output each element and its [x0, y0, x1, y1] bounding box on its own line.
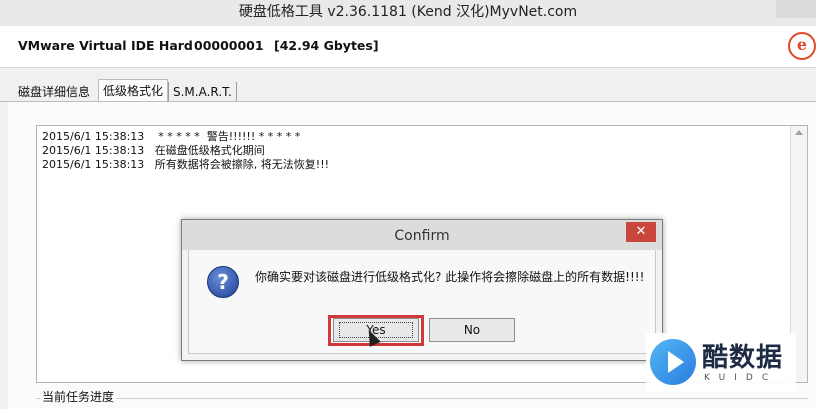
device-header: VMware Virtual IDE Hard 00000001 [42.94 … — [0, 26, 816, 68]
question-icon: ? — [207, 266, 239, 298]
dialog-body: ? 你确实要对该磁盘进行低级格式化? 此操作将会擦除磁盘上的所有数据!!!! Y… — [188, 250, 656, 354]
window-titlebar: 硬盘低格工具 v2.36.1181 (Kend 汉化)MyvNet.com — [0, 0, 816, 26]
progress-group: 当前任务进度 — [36, 388, 808, 409]
app-logo-icon[interactable]: e — [788, 32, 816, 60]
window-title: 硬盘低格工具 v2.36.1181 (Kend 汉化)MyvNet.com — [238, 4, 578, 20]
log-line: 2015/6/1 15:38:13 所有数据将会被擦除, 将无法恢复!!! — [42, 158, 330, 171]
dialog-title: Confirm — [182, 220, 662, 250]
progress-label: 当前任务进度 — [40, 388, 117, 405]
watermark-subtext: KUIDC — [704, 373, 778, 383]
no-button[interactable]: No — [429, 318, 515, 342]
watermark-text: 酷数据 — [702, 343, 784, 373]
window-close-button[interactable] — [776, 0, 816, 18]
confirm-dialog: Confirm ✕ ? 你确实要对该磁盘进行低级格式化? 此操作将会擦除磁盘上的… — [181, 219, 663, 361]
dialog-close-button[interactable]: ✕ — [626, 222, 656, 242]
scroll-up-arrow-icon[interactable] — [795, 130, 803, 135]
watermark: 酷数据 KUIDC — [646, 333, 796, 391]
dialog-message: 你确实要对该磁盘进行低级格式化? 此操作将会擦除磁盘上的所有数据!!!! — [255, 270, 645, 284]
play-logo-icon — [650, 339, 696, 385]
device-name: VMware Virtual IDE Hard — [18, 38, 193, 53]
tab-disk-details[interactable]: 磁盘详细信息 — [14, 82, 94, 102]
device-serial: 00000001 — [194, 38, 264, 53]
tab-low-level-format[interactable]: 低级格式化 — [98, 79, 169, 102]
tab-bar: 磁盘详细信息 低级格式化 S.M.A.R.T. — [0, 76, 816, 102]
tab-smart[interactable]: S.M.A.R.T. — [168, 82, 237, 102]
device-capacity: [42.94 Gbytes] — [274, 38, 379, 53]
